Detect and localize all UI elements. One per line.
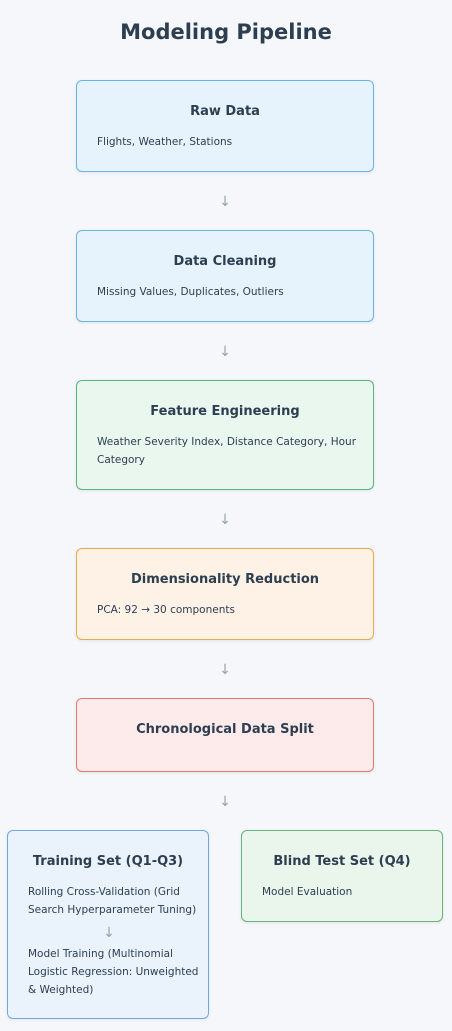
step-title: Feature Engineering bbox=[150, 404, 300, 419]
test-set-description: Model Evaluation bbox=[262, 886, 353, 898]
down-arrow-icon: ↓ bbox=[219, 794, 231, 810]
pipeline-diagram: Modeling Pipeline Raw Data Flights, Weat… bbox=[0, 0, 452, 1031]
step-title: Raw Data bbox=[190, 104, 260, 119]
training-set-title: Training Set (Q1-Q3) bbox=[32, 854, 184, 869]
down-arrow-icon: ↓ bbox=[219, 512, 231, 528]
step-title: Data Cleaning bbox=[173, 254, 277, 269]
down-arrow-icon: ↓ bbox=[103, 925, 115, 941]
down-arrow-icon: ↓ bbox=[219, 344, 231, 360]
down-arrow-icon: ↓ bbox=[219, 662, 231, 678]
step-description: Flights, Weather, Stations bbox=[97, 136, 233, 148]
step-raw-data: Raw Data Flights, Weather, Stations bbox=[76, 80, 374, 172]
down-arrow-icon: ↓ bbox=[219, 194, 231, 210]
step-title: Chronological Data Split bbox=[136, 722, 314, 737]
step-chronological-split: Chronological Data Split bbox=[76, 698, 374, 772]
step-feature-engineering: Feature Engineering Weather Severity Ind… bbox=[76, 380, 374, 490]
training-step-cv: Rolling Cross-Validation (Grid Search Hy… bbox=[28, 886, 197, 916]
step-description: Missing Values, Duplicates, Outliers bbox=[97, 286, 284, 298]
diagram-title: Modeling Pipeline bbox=[120, 20, 332, 44]
training-set-box: Training Set (Q1-Q3) Rolling Cross-Valid… bbox=[7, 830, 209, 1019]
step-data-cleaning: Data Cleaning Missing Values, Duplicates… bbox=[76, 230, 374, 322]
step-title: Dimensionality Reduction bbox=[130, 572, 320, 587]
step-description: PCA: 92 → 30 components bbox=[97, 604, 235, 616]
test-set-box: Blind Test Set (Q4) Model Evaluation bbox=[241, 830, 443, 922]
test-set-title: Blind Test Set (Q4) bbox=[273, 854, 411, 869]
training-step-model: Model Training (Multinomial Logistic Reg… bbox=[28, 948, 199, 996]
step-description: Weather Severity Index, Distance Categor… bbox=[97, 436, 357, 466]
step-dimensionality-reduction: Dimensionality Reduction PCA: 92 → 30 co… bbox=[76, 548, 374, 640]
